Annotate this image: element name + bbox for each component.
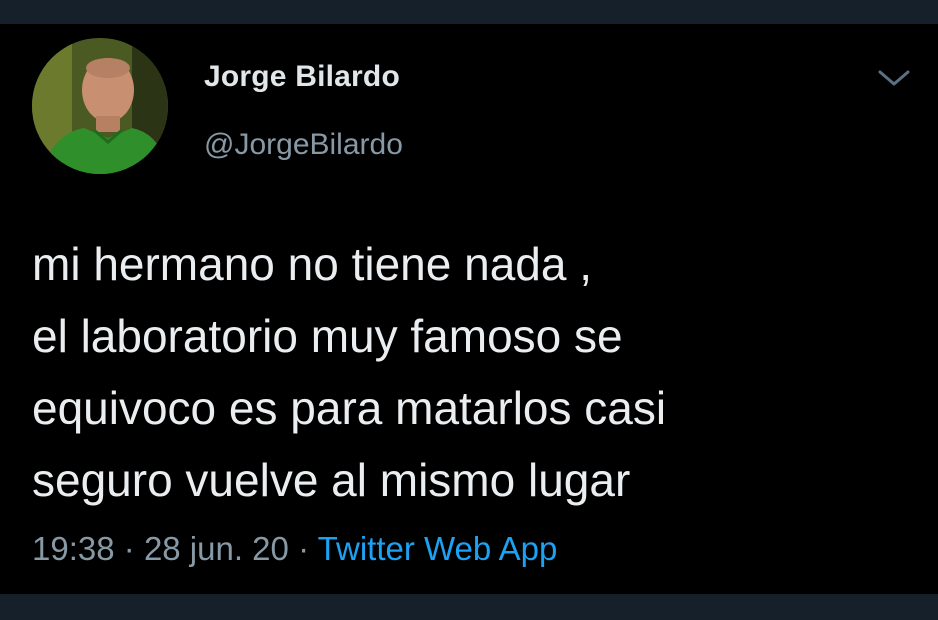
tweet-date[interactable]: 28 jun. 20 [144, 530, 289, 567]
meta-separator: · [298, 530, 310, 567]
tweet-card[interactable]: Jorge Bilardo @JorgeBilardo mi hermano n… [0, 24, 938, 594]
tweet-source-link[interactable]: Twitter Web App [318, 530, 558, 567]
meta-separator: · [123, 530, 135, 567]
author-handle[interactable]: @JorgeBilardo [204, 128, 403, 162]
tweet-text-line: equivoco es para matarlos casi [32, 382, 667, 434]
tweet-text-line: seguro vuelve al mismo lugar [32, 454, 631, 506]
avatar[interactable] [32, 38, 168, 174]
avatar-photo [32, 38, 168, 174]
tweet-text-line: el laboratorio muy famoso se [32, 310, 623, 362]
screenshot-frame: Jorge Bilardo @JorgeBilardo mi hermano n… [0, 0, 938, 620]
tweet-text: mi hermano no tiene nada , el laboratori… [32, 228, 912, 516]
tweet-meta: 19:38 · 28 jun. 20 · Twitter Web App [32, 530, 557, 568]
tweet-time[interactable]: 19:38 [32, 530, 115, 567]
chevron-down-icon[interactable] [874, 64, 914, 92]
tweet-text-line: mi hermano no tiene nada , [32, 238, 593, 290]
author-name[interactable]: Jorge Bilardo [204, 60, 400, 94]
